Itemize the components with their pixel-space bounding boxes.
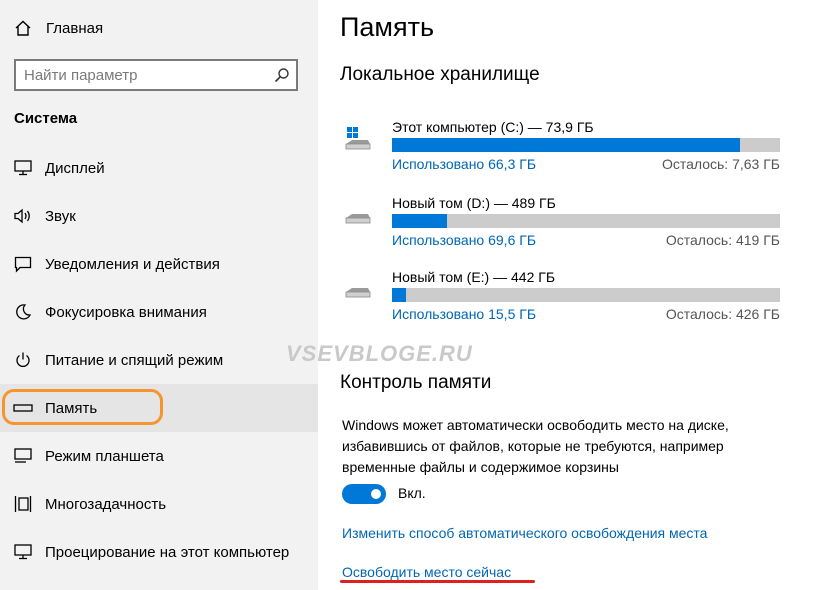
home-icon (15, 20, 31, 36)
sidebar-item-label: Многозадачность (45, 495, 167, 513)
watermark: VSEVBLOGE.RU (286, 341, 473, 366)
projecting-icon (12, 544, 34, 560)
power-icon (12, 351, 34, 369)
section-title: Система (14, 110, 78, 127)
drive-name: Новый том (E:) — 442 ГБ (392, 269, 556, 285)
home-link[interactable]: Главная (14, 17, 103, 39)
sidebar: Главная Система Дисплей Звук Уведомления… (0, 0, 318, 590)
search-input[interactable] (16, 61, 268, 89)
search-box[interactable] (14, 59, 298, 91)
sidebar-item-label: Фокусировка внимания (45, 303, 207, 321)
used-space: Использовано 15,5 ГБ (392, 306, 537, 322)
local-storage-title: Локальное хранилище (340, 64, 540, 85)
free-space-now-link[interactable]: Освободить место сейчас (342, 564, 511, 580)
usage-bar (392, 214, 780, 228)
main-content: Память Локальное хранилище Этот компьюте… (318, 0, 824, 590)
drive-name: Этот компьютер (C:) — 73,9 ГБ (392, 119, 594, 135)
tablet-icon (12, 448, 34, 464)
sidebar-item-tablet[interactable]: Режим планшета (0, 432, 318, 480)
home-label: Главная (46, 19, 104, 37)
drive-e[interactable]: Новый том (E:) — 442 ГБ Использовано 15,… (340, 269, 780, 322)
search-icon[interactable] (268, 67, 296, 83)
storage-sense-description: Windows может автоматически освободить м… (342, 417, 729, 475)
toggle-knob (371, 489, 381, 499)
sidebar-item-focus[interactable]: Фокусировка внимания (0, 288, 318, 336)
drive-icon (344, 203, 372, 232)
used-space: Использовано 66,3 ГБ (392, 156, 537, 172)
sidebar-item-label: Дисплей (45, 159, 105, 177)
usage-bar-fill (392, 288, 406, 302)
usage-bar (392, 288, 780, 302)
toggle-label: Вкл. (398, 485, 426, 501)
storage-sense-toggle[interactable] (342, 484, 386, 504)
multitasking-icon (12, 495, 34, 513)
free-space: Осталось: 419 ГБ (665, 232, 780, 248)
sidebar-item-label: Режим планшета (45, 447, 164, 465)
sound-icon (12, 208, 34, 224)
sidebar-item-projecting[interactable]: Проецирование на этот компьютер (0, 528, 318, 576)
drive-c[interactable]: Этот компьютер (C:) — 73,9 ГБ Использова… (340, 119, 780, 172)
free-space: Осталось: 426 ГБ (665, 306, 780, 322)
sidebar-item-label: Уведомления и действия (45, 255, 220, 273)
focus-moon-icon (12, 303, 34, 321)
sidebar-item-display[interactable]: Дисплей (0, 144, 318, 192)
page-title: Память (340, 12, 435, 42)
usage-bar-fill (392, 138, 741, 152)
highlight-annotation (2, 389, 163, 425)
sidebar-item-label: Звук (45, 207, 76, 225)
sidebar-item-notifications[interactable]: Уведомления и действия (0, 240, 318, 288)
underline-annotation (340, 580, 535, 583)
usage-bar (392, 138, 780, 152)
used-space: Использовано 69,6 ГБ (392, 232, 537, 248)
change-cleanup-link[interactable]: Изменить способ автоматического освобожд… (342, 525, 707, 541)
display-icon (12, 160, 34, 176)
sidebar-item-sound[interactable]: Звук (0, 192, 318, 240)
drive-icon (344, 277, 372, 306)
sidebar-item-power[interactable]: Питание и спящий режим (0, 336, 318, 384)
drive-name: Новый том (D:) — 489 ГБ (392, 195, 556, 211)
sidebar-item-multitasking[interactable]: Многозадачность (0, 480, 318, 528)
drive-d[interactable]: Новый том (D:) — 489 ГБ Использовано 69,… (340, 195, 780, 248)
sidebar-item-label: Питание и спящий режим (45, 351, 224, 369)
windows-drive-icon (344, 127, 372, 156)
sidebar-item-label: Проецирование на этот компьютер (45, 543, 290, 561)
storage-sense-title: Контроль памяти (340, 372, 492, 393)
free-space: Осталось: 7,63 ГБ (661, 156, 780, 172)
notifications-icon (12, 256, 34, 273)
usage-bar-fill (392, 214, 448, 228)
